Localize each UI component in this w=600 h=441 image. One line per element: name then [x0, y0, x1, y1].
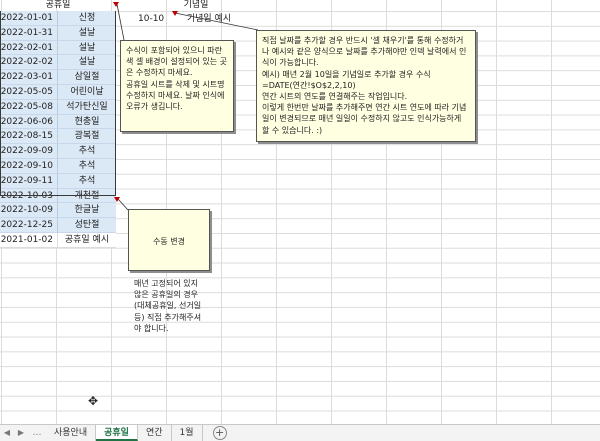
holiday-date-cell[interactable]: 2022-01-31 — [0, 25, 58, 41]
sheet-tab[interactable]: 연간 — [138, 425, 172, 441]
holiday-row[interactable]: 2022-09-11 추석 — [0, 173, 116, 189]
holiday-date-cell[interactable]: 2022-02-02 — [0, 55, 58, 71]
memorial-row[interactable]: 10-10 기념일 예시 — [138, 12, 231, 26]
comment-note-bottom-title: 수동 변경 — [153, 237, 185, 247]
holiday-date-cell[interactable]: 2022-02-01 — [0, 40, 58, 56]
comment-note-left: 수식이 포함되어 있으니 파란색 셀 배경이 설정되어 있는 곳은 수정하지 마… — [120, 40, 234, 132]
holiday-row[interactable]: 2022-06-06 현충일 — [0, 114, 116, 130]
holiday-row[interactable]: 2022-01-01 신정 — [0, 11, 116, 26]
holiday-date-cell[interactable]: 2022-10-03 — [0, 188, 58, 204]
sheet-tab-bar: ◀ ▶ … 사용안내 공휴일 연간 1월 + — [0, 424, 600, 441]
holiday-row[interactable]: 2022-10-09 한글날 — [0, 203, 116, 219]
tab-scroll-left-icon[interactable]: ◀ — [0, 425, 14, 441]
tab-scroll-right-icon[interactable]: ▶ — [14, 425, 28, 441]
memorial-header[interactable]: 기념일 — [164, 0, 228, 11]
holiday-date-cell[interactable]: 2022-12-25 — [0, 218, 58, 233]
holiday-date-cell[interactable]: 2022-06-06 — [0, 114, 58, 130]
memorial-date-cell[interactable]: 10-10 — [138, 12, 170, 26]
holiday-date-cell[interactable]: 2022-10-09 — [0, 203, 58, 219]
holiday-table: 2022-01-01 신정 2022-01-31 설날 2022-02-01 설날 2022… — [0, 11, 116, 248]
holiday-name-cell[interactable]: 개천절 — [58, 188, 116, 204]
holiday-name-cell[interactable]: 한글날 — [58, 203, 116, 219]
holiday-row[interactable]: 2022-05-05 어린이날 — [0, 84, 116, 100]
more-tabs-icon[interactable]: … — [28, 425, 46, 441]
sheet-tab[interactable]: 사용안내 — [46, 425, 97, 441]
holiday-date-cell[interactable]: 2022-05-08 — [0, 99, 58, 115]
holiday-date-cell[interactable]: 2022-03-01 — [0, 70, 58, 85]
holiday-row[interactable]: 2022-02-01 설날 — [0, 40, 116, 56]
holiday-row[interactable]: 2022-09-09 추석 — [0, 144, 116, 159]
holiday-name-cell[interactable]: 설날 — [58, 40, 116, 56]
holiday-name-cell[interactable]: 어린이날 — [58, 84, 116, 100]
holiday-row[interactable]: 2022-05-08 석가탄신일 — [0, 99, 116, 115]
holiday-date-cell[interactable]: 2022-05-05 — [0, 84, 58, 100]
holiday-row[interactable]: 2022-01-31 설날 — [0, 25, 116, 41]
sheet-tab[interactable]: 1월 — [172, 425, 203, 441]
holiday-row[interactable]: 2022-08-15 광복절 — [0, 129, 116, 145]
holiday-name-cell[interactable]: 추석 — [58, 158, 116, 174]
holiday-date-cell[interactable]: 2022-01-01 — [0, 11, 58, 26]
holiday-row[interactable]: 2022-10-03 개천절 — [0, 188, 116, 204]
holiday-name-cell[interactable]: 설날 — [58, 25, 116, 41]
holiday-name-cell[interactable]: 성탄절 — [58, 218, 116, 233]
comment-note-right: 직접 날짜를 추가할 경우 반드시 '셀 채우기'를 통해 수정하거나 예시와 … — [256, 30, 476, 142]
holiday-date-cell[interactable]: 2022-09-11 — [0, 173, 58, 189]
sheet-tabs: 사용안내 공휴일 연간 1월 — [46, 425, 203, 441]
sheet-tab[interactable]: 공휴일 — [96, 425, 138, 441]
holiday-date-cell[interactable]: 2022-08-15 — [0, 129, 58, 145]
holiday-row[interactable]: 2022-02-02 설날 — [0, 55, 116, 71]
holiday-name-cell[interactable]: 공휴일 예시 — [58, 232, 116, 248]
holiday-name-cell[interactable]: 신정 — [58, 11, 116, 26]
move-cursor-icon: ✥ — [88, 394, 99, 408]
holiday-row[interactable]: 2021-01-02 공휴일 예시 — [0, 232, 116, 248]
holiday-header[interactable]: 공휴일 — [0, 0, 116, 11]
holiday-row[interactable]: 2022-03-01 삼일절 — [0, 70, 116, 85]
holiday-name-cell[interactable]: 현충일 — [58, 114, 116, 130]
holiday-name-cell[interactable]: 추석 — [58, 144, 116, 159]
holiday-row[interactable]: 2022-09-10 추석 — [0, 158, 116, 174]
comment-note-bottom: 수동 변경 매년 고정되어 있지 않은 공휴일의 경우(대체공휴일, 선거일 등… — [128, 209, 210, 333]
holiday-date-cell[interactable]: 2022-09-09 — [0, 144, 58, 159]
holiday-date-cell[interactable]: 2021-01-02 — [0, 232, 58, 248]
holiday-name-cell[interactable]: 석가탄신일 — [58, 99, 116, 115]
holiday-row[interactable]: 2022-12-25 성탄절 — [0, 218, 116, 233]
spreadsheet-grid[interactable]: 공휴일 기념일 2022-01-01 신정 2022-01-31 설날 2022-02-… — [0, 0, 600, 424]
holiday-name-cell[interactable]: 광복절 — [58, 129, 116, 145]
comment-note-bottom-body: 매년 고정되어 있지 않은 공휴일의 경우(대체공휴일, 선거일 등) 직접 추… — [134, 279, 204, 333]
memorial-name-cell[interactable]: 기념일 예시 — [187, 12, 231, 26]
holiday-date-cell[interactable]: 2022-09-10 — [0, 158, 58, 174]
holiday-name-cell[interactable]: 설날 — [58, 55, 116, 71]
holiday-name-cell[interactable]: 삼일절 — [58, 70, 116, 85]
add-sheet-icon[interactable]: + — [212, 426, 227, 440]
holiday-name-cell[interactable]: 추석 — [58, 173, 116, 189]
